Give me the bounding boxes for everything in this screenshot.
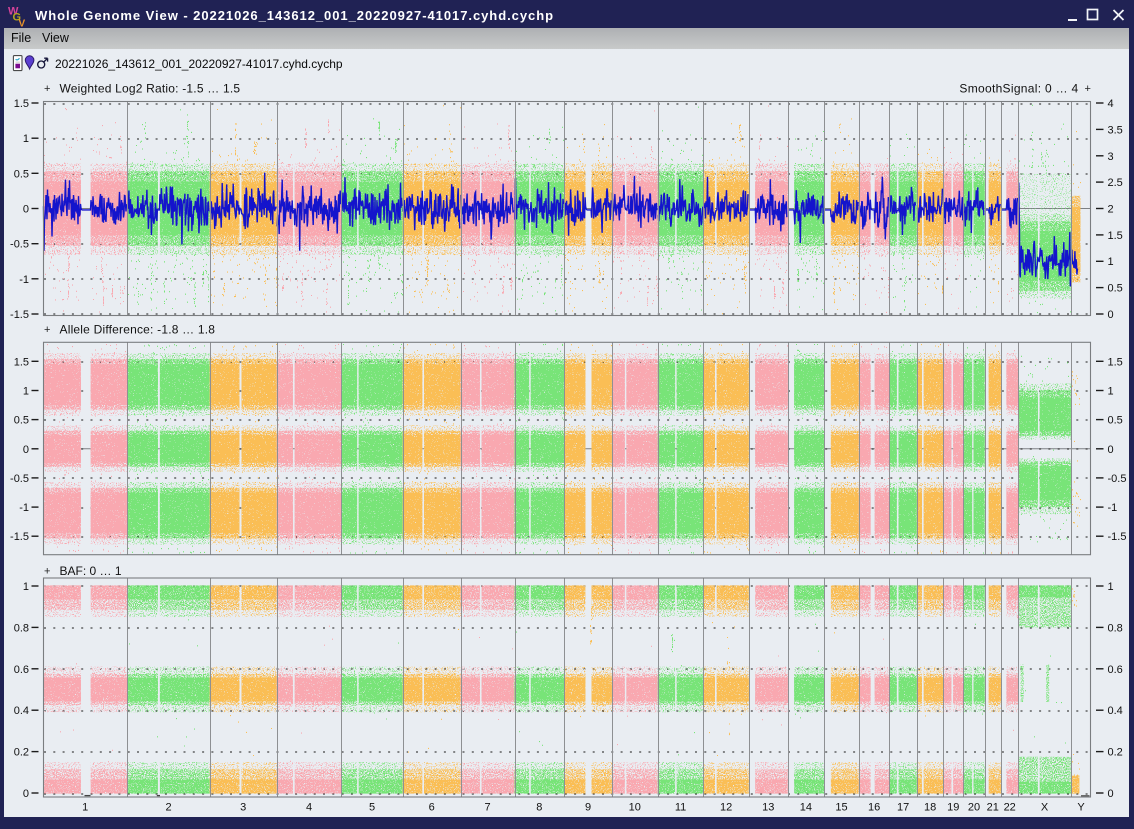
svg-text:2: 2 xyxy=(1108,204,1114,216)
svg-text:-0.5: -0.5 xyxy=(1108,473,1127,485)
svg-text:X: X xyxy=(1041,802,1049,814)
svg-text:0: 0 xyxy=(23,788,29,800)
svg-text:1: 1 xyxy=(23,385,29,397)
svg-text:-1: -1 xyxy=(1108,502,1118,514)
svg-text:12: 12 xyxy=(720,802,732,814)
svg-text:1: 1 xyxy=(1108,256,1114,268)
svg-text:0: 0 xyxy=(23,444,29,456)
svg-text:14: 14 xyxy=(800,802,812,814)
svg-text:0.2: 0.2 xyxy=(14,747,29,759)
svg-text:+: + xyxy=(44,566,50,578)
svg-text:0: 0 xyxy=(1108,309,1114,321)
svg-text:0.5: 0.5 xyxy=(14,168,29,180)
svg-text:1: 1 xyxy=(1108,385,1114,397)
svg-text:Y: Y xyxy=(1077,802,1085,814)
svg-text:18: 18 xyxy=(924,802,936,814)
svg-text:9: 9 xyxy=(585,802,591,814)
svg-text:1.5: 1.5 xyxy=(14,356,29,368)
svg-text:5: 5 xyxy=(369,802,375,814)
svg-text:BAF: 0 … 1: BAF: 0 … 1 xyxy=(60,564,122,578)
svg-text:0: 0 xyxy=(1108,788,1114,800)
svg-text:0.6: 0.6 xyxy=(14,664,29,676)
svg-text:19: 19 xyxy=(947,802,959,814)
svg-text:+: + xyxy=(44,83,50,95)
svg-text:21: 21 xyxy=(987,802,999,814)
svg-text:-1.5: -1.5 xyxy=(10,309,29,321)
svg-text:16: 16 xyxy=(868,802,880,814)
svg-text:Weighted Log2 Ratio: -1.5 … 1.: Weighted Log2 Ratio: -1.5 … 1.5 xyxy=(60,82,241,96)
svg-text:6: 6 xyxy=(429,802,435,814)
svg-text:3.5: 3.5 xyxy=(1108,124,1123,136)
svg-text:1: 1 xyxy=(82,802,88,814)
svg-text:2: 2 xyxy=(165,802,171,814)
svg-text:-1: -1 xyxy=(19,274,29,286)
svg-text:10: 10 xyxy=(629,802,641,814)
svg-text:0.8: 0.8 xyxy=(14,622,29,634)
svg-text:4: 4 xyxy=(1108,98,1114,110)
svg-text:15: 15 xyxy=(835,802,847,814)
svg-text:8: 8 xyxy=(536,802,542,814)
svg-text:0.8: 0.8 xyxy=(1108,622,1123,634)
svg-text:1: 1 xyxy=(23,133,29,145)
svg-text:1: 1 xyxy=(23,581,29,593)
svg-text:3: 3 xyxy=(240,802,246,814)
svg-text:3: 3 xyxy=(1108,151,1114,163)
svg-text:20: 20 xyxy=(968,802,980,814)
svg-text:0.6: 0.6 xyxy=(1108,664,1123,676)
svg-text:0.5: 0.5 xyxy=(1108,283,1123,295)
svg-text:0.5: 0.5 xyxy=(14,415,29,427)
svg-text:0.4: 0.4 xyxy=(1108,705,1123,717)
svg-text:0: 0 xyxy=(23,204,29,216)
svg-text:13: 13 xyxy=(762,802,774,814)
svg-text:-1.5: -1.5 xyxy=(1108,531,1127,543)
svg-text:1.5: 1.5 xyxy=(1108,356,1123,368)
svg-text:-0.5: -0.5 xyxy=(10,239,29,251)
svg-text:SmoothSignal: 0 … 4: SmoothSignal: 0 … 4 xyxy=(959,82,1078,96)
svg-text:11: 11 xyxy=(675,802,686,814)
svg-text:17: 17 xyxy=(897,802,909,814)
svg-text:2.5: 2.5 xyxy=(1108,177,1123,189)
svg-text:0: 0 xyxy=(1108,444,1114,456)
svg-text:Allele Difference: -1.8 … 1.8: Allele Difference: -1.8 … 1.8 xyxy=(60,323,216,337)
svg-text:22: 22 xyxy=(1004,802,1016,814)
svg-text:+: + xyxy=(44,324,50,336)
svg-text:-0.5: -0.5 xyxy=(10,473,29,485)
svg-text:0.4: 0.4 xyxy=(14,705,29,717)
svg-text:4: 4 xyxy=(306,802,312,814)
svg-text:7: 7 xyxy=(485,802,491,814)
svg-text:1.5: 1.5 xyxy=(1108,230,1123,242)
svg-text:+: + xyxy=(1085,83,1091,95)
svg-text:1.5: 1.5 xyxy=(14,98,29,110)
svg-text:0.2: 0.2 xyxy=(1108,747,1123,759)
svg-text:-1.5: -1.5 xyxy=(10,531,29,543)
svg-text:0.5: 0.5 xyxy=(1108,415,1123,427)
svg-text:1: 1 xyxy=(1108,581,1114,593)
svg-text:-1: -1 xyxy=(19,502,29,514)
